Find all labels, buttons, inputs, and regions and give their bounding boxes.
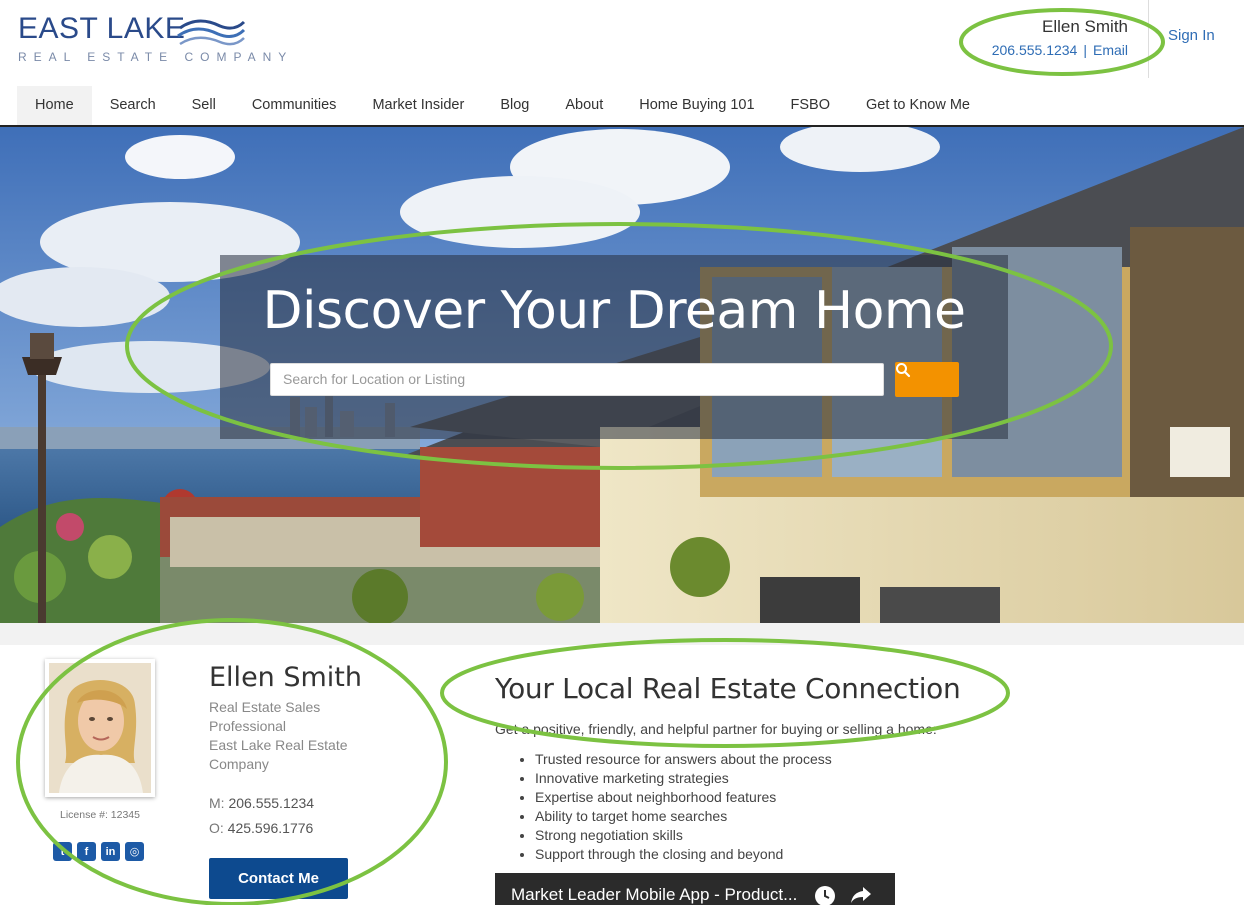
hero-search-panel: Discover Your Dream Home Search for Loca… [220, 255, 1008, 439]
list-item: Strong negotiation skills [535, 826, 832, 845]
share-icon[interactable] [849, 885, 873, 905]
nav-item-sell[interactable]: Sell [174, 86, 234, 126]
header-divider [1148, 0, 1149, 78]
video-embed[interactable]: Market Leader Mobile App - Product... [495, 873, 895, 905]
site-header: EAST LAKE REAL ESTATE COMPANY Ellen Smit… [0, 0, 1244, 86]
nav-item-search[interactable]: Search [92, 86, 174, 126]
nav-item-get-to-know-me[interactable]: Get to Know Me [848, 86, 988, 126]
agent-title: Real Estate Sales Professional East Lake… [209, 698, 369, 774]
list-item: Trusted resource for answers about the p… [535, 750, 832, 769]
hero-banner: Discover Your Dream Home Search for Loca… [0, 127, 1244, 623]
list-item: Innovative marketing strategies [535, 769, 832, 788]
nav-item-home[interactable]: Home [17, 86, 92, 126]
contact-me-button[interactable]: Contact Me [209, 858, 348, 899]
agent-name: Ellen Smith [209, 662, 363, 693]
office-label: O: [209, 820, 224, 836]
header-email-link[interactable]: Email [1093, 42, 1128, 58]
agent-title-line: Company [209, 756, 269, 772]
hero-search-button[interactable] [895, 362, 959, 397]
hero-title: Discover Your Dream Home [262, 281, 966, 341]
logo[interactable]: EAST LAKE REAL ESTATE COMPANY [18, 12, 293, 64]
nav-item-market-insider[interactable]: Market Insider [354, 86, 482, 126]
sign-in-link[interactable]: Sign In [1168, 27, 1215, 44]
connection-benefits: Trusted resource for answers about the p… [517, 750, 832, 864]
clock-icon[interactable] [814, 885, 836, 905]
mobile-label: M: [209, 795, 225, 811]
social-links: t f in ◎ [53, 842, 144, 861]
header-agent-name: Ellen Smith [1042, 17, 1128, 36]
nav-item-blog[interactable]: Blog [482, 86, 547, 126]
header-agent-contact: 206.555.1234 | Email [992, 42, 1128, 58]
agent-photo-frame [45, 659, 155, 797]
main-nav: Home Search Sell Communities Market Insi… [17, 86, 988, 126]
linkedin-icon[interactable]: in [101, 842, 120, 861]
header-agent-info: Ellen Smith 206.555.1234 | Email [992, 16, 1128, 58]
nav-item-home-buying-101[interactable]: Home Buying 101 [621, 86, 772, 126]
header-phone-link[interactable]: 206.555.1234 [992, 42, 1078, 58]
agent-title-line: Real Estate Sales [209, 699, 321, 715]
agent-title-line: East Lake Real Estate [209, 737, 348, 753]
list-item: Support through the closing and beyond [535, 845, 832, 864]
nav-item-communities[interactable]: Communities [234, 86, 355, 126]
video-title[interactable]: Market Leader Mobile App - Product... [511, 885, 797, 905]
hero-search-input[interactable]: Search for Location or Listing [270, 363, 884, 396]
logo-name: EAST LAKE [18, 12, 186, 45]
header-separator: | [1083, 42, 1087, 58]
nav-item-fsbo[interactable]: FSBO [773, 86, 848, 126]
twitter-icon[interactable]: t [53, 842, 72, 861]
list-item: Ability to target home searches [535, 807, 832, 826]
logo-tagline: REAL ESTATE COMPANY [18, 50, 294, 64]
list-item: Expertise about neighborhood features [535, 788, 832, 807]
agent-mobile: M: 206.555.1234 [209, 795, 314, 811]
search-icon [896, 363, 911, 378]
agent-title-line: Professional [209, 718, 287, 734]
mobile-number[interactable]: 206.555.1234 [228, 795, 314, 811]
instagram-icon[interactable]: ◎ [125, 842, 144, 861]
nav-item-about[interactable]: About [547, 86, 621, 126]
section-divider [0, 623, 1244, 645]
connection-intro: Get a positive, friendly, and helpful pa… [495, 721, 937, 737]
waves-icon [177, 19, 246, 46]
agent-license: License #: 12345 [60, 809, 140, 821]
facebook-icon[interactable]: f [77, 842, 96, 861]
agent-photo [49, 663, 151, 793]
connection-title: Your Local Real Estate Connection [495, 672, 961, 705]
agent-office: O: 425.596.1776 [209, 820, 313, 836]
office-number[interactable]: 425.596.1776 [228, 820, 314, 836]
